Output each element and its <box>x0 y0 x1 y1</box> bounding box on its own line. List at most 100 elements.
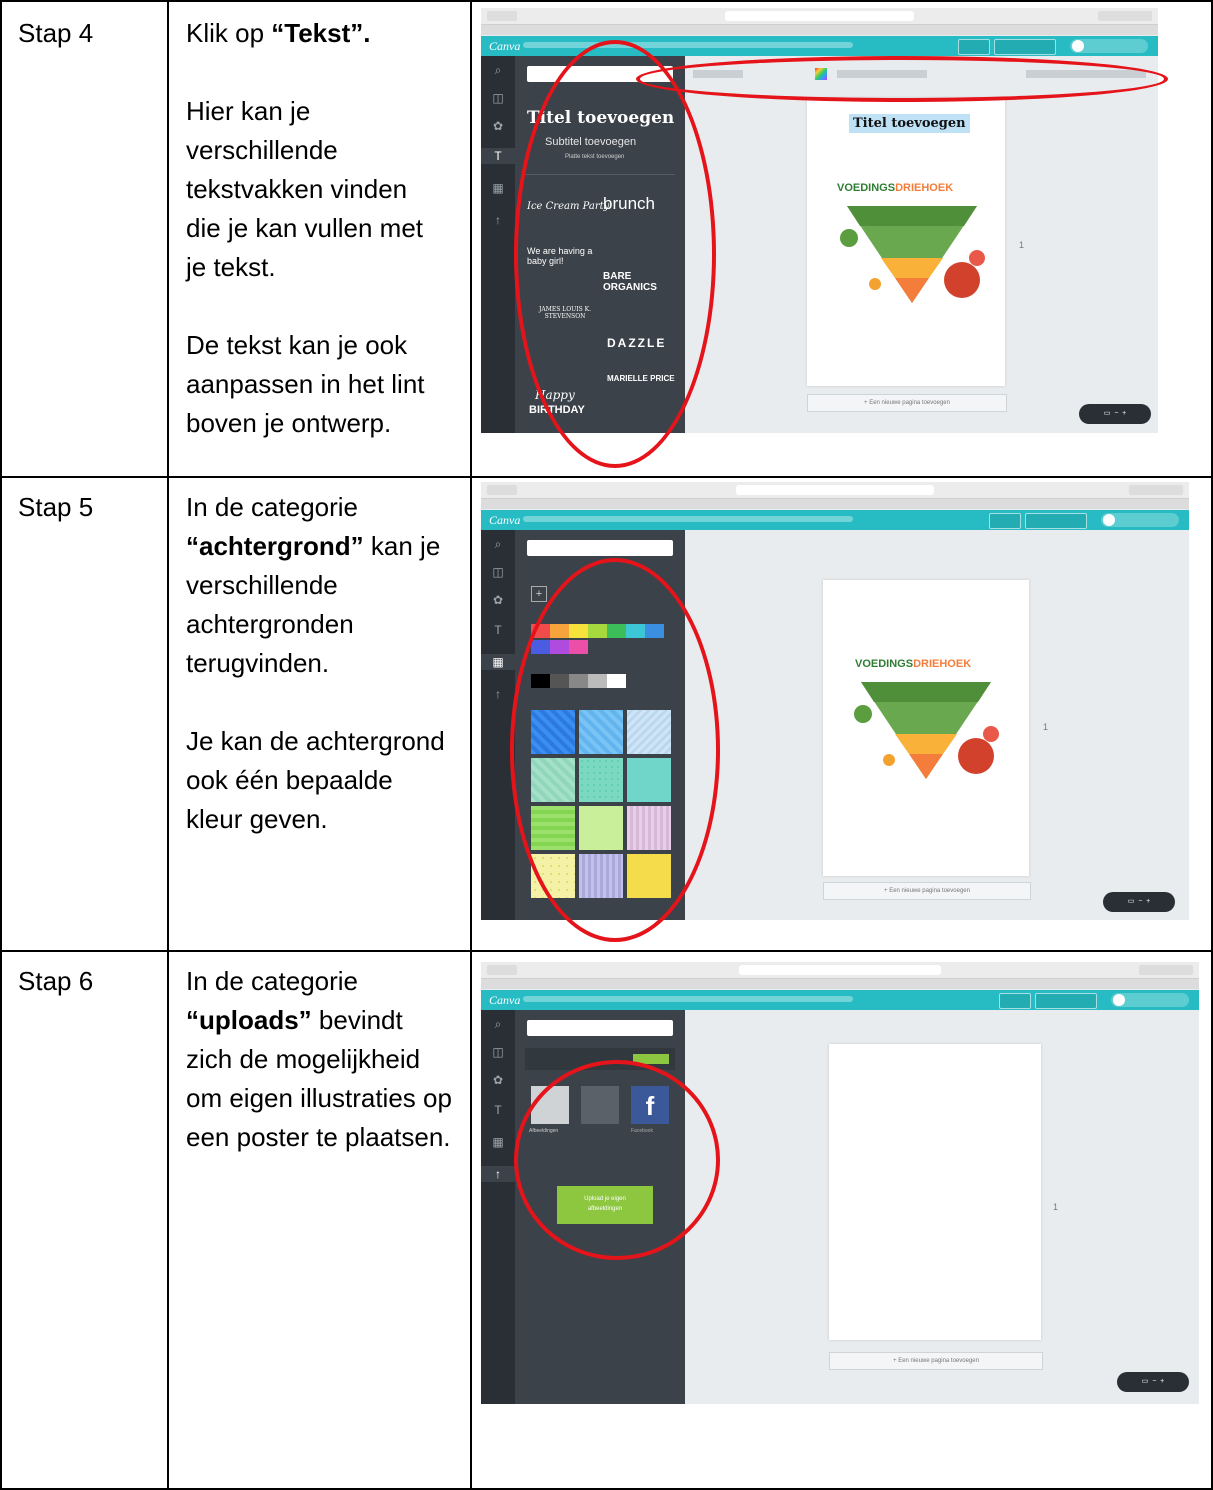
table-border-left <box>0 0 2 1490</box>
annotation-ellipse-panel <box>514 1060 720 1260</box>
background-icon[interactable]: ▦ <box>490 1134 506 1150</box>
row-divider-1 <box>0 476 1213 478</box>
top-menu <box>523 42 853 48</box>
annotation-ellipse-panel <box>514 40 716 468</box>
top-menu <box>523 516 853 522</box>
side-rail: ⌕ ◫ ✿ T ▦ ↑ <box>481 1010 515 1404</box>
step-description: Klik op “Tekst”. Hier kan je verschillen… <box>186 14 456 482</box>
text: Je kan de achtergrond ook één bepaalde k… <box>186 726 445 834</box>
browser-titlebar <box>481 962 1199 979</box>
topbar-actions <box>999 993 1189 1009</box>
topbar-actions <box>989 513 1179 529</box>
annotation-ellipse-panel <box>510 558 720 942</box>
bold-text: “uploads” <box>186 1005 312 1035</box>
layouts-icon[interactable]: ◫ <box>490 564 506 580</box>
table-border-top <box>0 0 1213 2</box>
topbar-actions <box>958 39 1148 55</box>
paragraph: De tekst kan je ook aanpassen in het lin… <box>186 326 444 443</box>
top-menu <box>523 996 853 1002</box>
elements-icon[interactable]: ✿ <box>490 1072 506 1088</box>
background-icon[interactable]: ▦ <box>490 180 506 196</box>
search-input[interactable] <box>527 540 673 556</box>
zoom-control[interactable]: ▭ − + <box>1079 404 1151 424</box>
toggle-knob <box>1113 994 1125 1006</box>
uploads-icon[interactable]: ↑ <box>490 212 506 228</box>
paragraph: In de categorie “achtergrond” kan je ver… <box>186 488 456 683</box>
design-page[interactable] <box>829 1044 1041 1340</box>
pyramid-title: VOEDINGSDRIEHOEK <box>855 658 972 670</box>
download-button[interactable] <box>994 39 1056 55</box>
browser-tabs <box>481 979 1199 989</box>
search-icon[interactable]: ⌕ <box>490 62 506 78</box>
paragraph: In de categorie “uploads” bevindt zich d… <box>186 962 456 1157</box>
pyramid-title: VOEDINGSDRIEHOEK <box>837 182 954 194</box>
page-number: 1 <box>1043 722 1049 732</box>
column-divider-2 <box>470 0 472 1490</box>
search-icon[interactable]: ⌕ <box>490 536 506 552</box>
download-button[interactable] <box>1025 513 1087 529</box>
canva-topbar: Canva <box>481 990 1199 1010</box>
bold-text: “Tekst”. <box>271 18 371 48</box>
annotation-ellipse-ribbon <box>636 56 1168 102</box>
share-button[interactable] <box>999 993 1031 1009</box>
nav-buttons <box>487 11 517 21</box>
paragraph: Klik op “Tekst”. <box>186 14 456 53</box>
tutorial-table: Stap 4 Klik op “Tekst”. Hier kan je vers… <box>0 0 1213 1490</box>
step-label: Stap 5 <box>18 492 94 522</box>
design-page[interactable]: Titel toevoegen VOEDINGSDRIEHOEK <box>807 98 1005 386</box>
add-page-button[interactable]: + Een nieuwe pagina toevoegen <box>823 882 1031 900</box>
background-icon[interactable]: ▦ <box>481 654 515 670</box>
zoom-control[interactable]: ▭ − + <box>1117 1372 1189 1392</box>
add-color-button[interactable]: + <box>531 586 547 602</box>
step-label: Stap 6 <box>18 966 94 996</box>
download-button[interactable] <box>1035 993 1097 1009</box>
layouts-icon[interactable]: ◫ <box>490 1044 506 1060</box>
search-input[interactable] <box>527 1020 673 1036</box>
text-icon[interactable]: T <box>490 1102 506 1118</box>
layouts-icon[interactable]: ◫ <box>490 90 506 106</box>
add-page-button[interactable]: + Een nieuwe pagina toevoegen <box>807 394 1007 412</box>
food-pyramid <box>840 206 985 303</box>
nav-buttons <box>487 485 517 495</box>
row-divider-2 <box>0 950 1213 952</box>
elements-icon[interactable]: ✿ <box>490 592 506 608</box>
canva-logo: Canva <box>489 993 521 1007</box>
text-icon[interactable]: T <box>490 622 506 638</box>
design-page[interactable]: VOEDINGSDRIEHOEK <box>823 580 1029 876</box>
uploads-icon[interactable]: ↑ <box>490 686 506 702</box>
step-description: In de categorie “uploads” bevindt zich d… <box>186 962 456 1196</box>
browser-titlebar <box>481 8 1158 25</box>
paragraph: Je kan de achtergrond ook één bepaalde k… <box>186 722 456 839</box>
step-label: Stap 4 <box>18 18 94 48</box>
side-rail: ⌕ ◫ ✿ T ▦ ↑ <box>481 56 515 433</box>
text: In de categorie <box>186 492 359 522</box>
nav-buttons <box>487 965 517 975</box>
page-number: 1 <box>1019 240 1025 250</box>
browser-actions <box>1098 11 1152 21</box>
text: Klik op <box>186 18 272 48</box>
food-pyramid <box>854 682 999 779</box>
share-button[interactable] <box>989 513 1021 529</box>
browser-tabs <box>481 499 1189 509</box>
bold-text: “achtergrond” <box>186 531 364 561</box>
elements-icon[interactable]: ✿ <box>490 118 506 134</box>
column-divider-1 <box>167 0 169 1490</box>
address-bar <box>739 965 941 975</box>
address-bar <box>735 485 935 495</box>
zoom-control[interactable]: ▭ − + <box>1103 892 1175 912</box>
text-icon[interactable]: T <box>481 148 515 164</box>
title-selection[interactable]: Titel toevoegen <box>849 114 970 133</box>
search-icon[interactable]: ⌕ <box>490 1016 506 1032</box>
step-description: In de categorie “achtergrond” kan je ver… <box>186 488 456 878</box>
toggle-knob <box>1103 514 1115 526</box>
text: Hier kan je verschillende tekstvakken vi… <box>186 96 424 282</box>
share-button[interactable] <box>958 39 990 55</box>
browser-actions <box>1139 965 1193 975</box>
browser-titlebar <box>481 482 1189 499</box>
uploads-icon[interactable]: ↑ <box>481 1166 515 1182</box>
toggle-knob <box>1072 40 1084 52</box>
page-number: 1 <box>1053 1202 1059 1212</box>
canva-logo: Canva <box>489 39 521 53</box>
add-page-button[interactable]: + Een nieuwe pagina toevoegen <box>829 1352 1043 1370</box>
text: In de categorie <box>186 966 359 996</box>
